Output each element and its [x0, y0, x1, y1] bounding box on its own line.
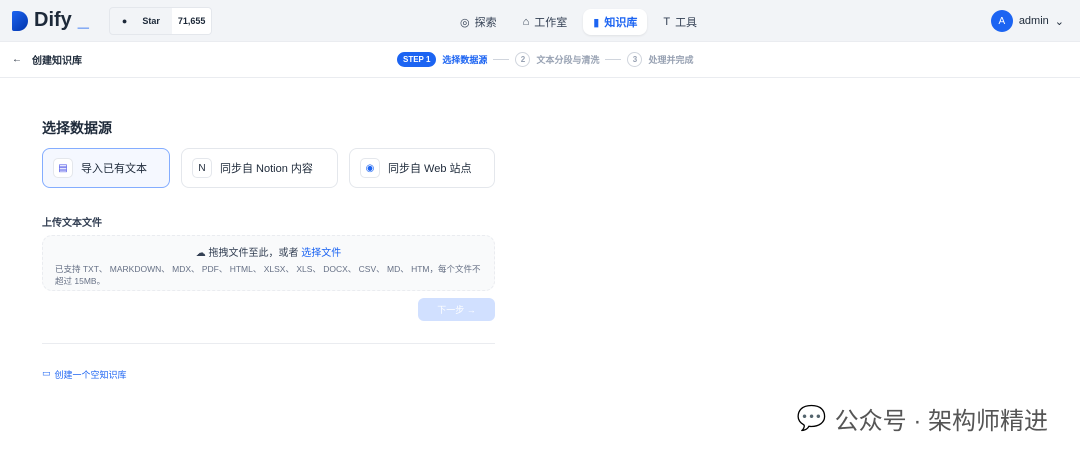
avatar: A: [990, 10, 1013, 32]
next-button[interactable]: 下一步 →: [418, 298, 495, 321]
nav-knowledge[interactable]: ▮ 知识库: [583, 9, 648, 35]
globe-icon: ◉: [360, 158, 380, 178]
github-star-button[interactable]: ● Star 71,655: [108, 6, 213, 35]
create-empty-link[interactable]: ▭ 创建一个空知识库: [42, 368, 127, 381]
subheader: ← 创建知识库 STEP 1 选择数据源 2 文本分段与清洗 3 处理并完成: [0, 42, 1080, 78]
notion-icon: N: [192, 158, 212, 178]
nav-explore[interactable]: ◎ 探索: [450, 9, 507, 35]
dify-logo[interactable]: Dify _: [12, 9, 89, 32]
watermark: 💬 公众号 · 架构师精进: [796, 405, 1048, 435]
chevron-down-icon: ⌄: [1054, 15, 1064, 28]
stepper: STEP 1 选择数据源 2 文本分段与清洗 3 处理并完成: [397, 52, 693, 67]
file-icon: ▤: [53, 158, 73, 178]
nav-tools[interactable]: T 工具: [653, 9, 707, 35]
supported-formats: 已支持 TXT、 MARKDOWN、 MDX、 PDF、 HTML、 XLSX、…: [55, 264, 481, 286]
github-icon: ●: [121, 15, 128, 26]
source-notion[interactable]: N 同步自 Notion 内容: [181, 148, 338, 188]
compass-icon: ◎: [460, 16, 470, 29]
upload-label: 上传文本文件: [42, 218, 102, 229]
divider: [42, 343, 495, 344]
choose-file-link[interactable]: 选择文件: [301, 248, 341, 259]
nav-studio[interactable]: ⌂ 工作室: [513, 9, 578, 35]
hammer-icon: T: [663, 16, 671, 28]
user-menu[interactable]: Aadmin ⌄: [990, 10, 1064, 32]
book-icon: ▮: [593, 16, 600, 29]
source-web[interactable]: ◉ 同步自 Web 站点: [349, 148, 495, 188]
source-import-text[interactable]: ▤ 导入已有文本: [42, 148, 170, 188]
file-dropzone[interactable]: ☁ 拖拽文件至此，或者 选择文件 已支持 TXT、 MARKDOWN、 MDX、…: [42, 235, 495, 291]
folder-icon: ▭: [42, 368, 51, 378]
back-arrow-icon[interactable]: ←: [12, 54, 22, 65]
robot-icon: ⌂: [522, 16, 530, 28]
upload-cloud-icon: ☁: [195, 248, 206, 259]
wechat-icon: 💬: [796, 405, 827, 432]
section-title: 选择数据源: [42, 120, 112, 136]
page-title: 创建知识库: [32, 56, 82, 67]
top-bar: Dify _ ● Star 71,655 ◎ 探索 ⌂ 工作室 ▮ 知识库 T 工具 Aad…: [0, 0, 1080, 42]
